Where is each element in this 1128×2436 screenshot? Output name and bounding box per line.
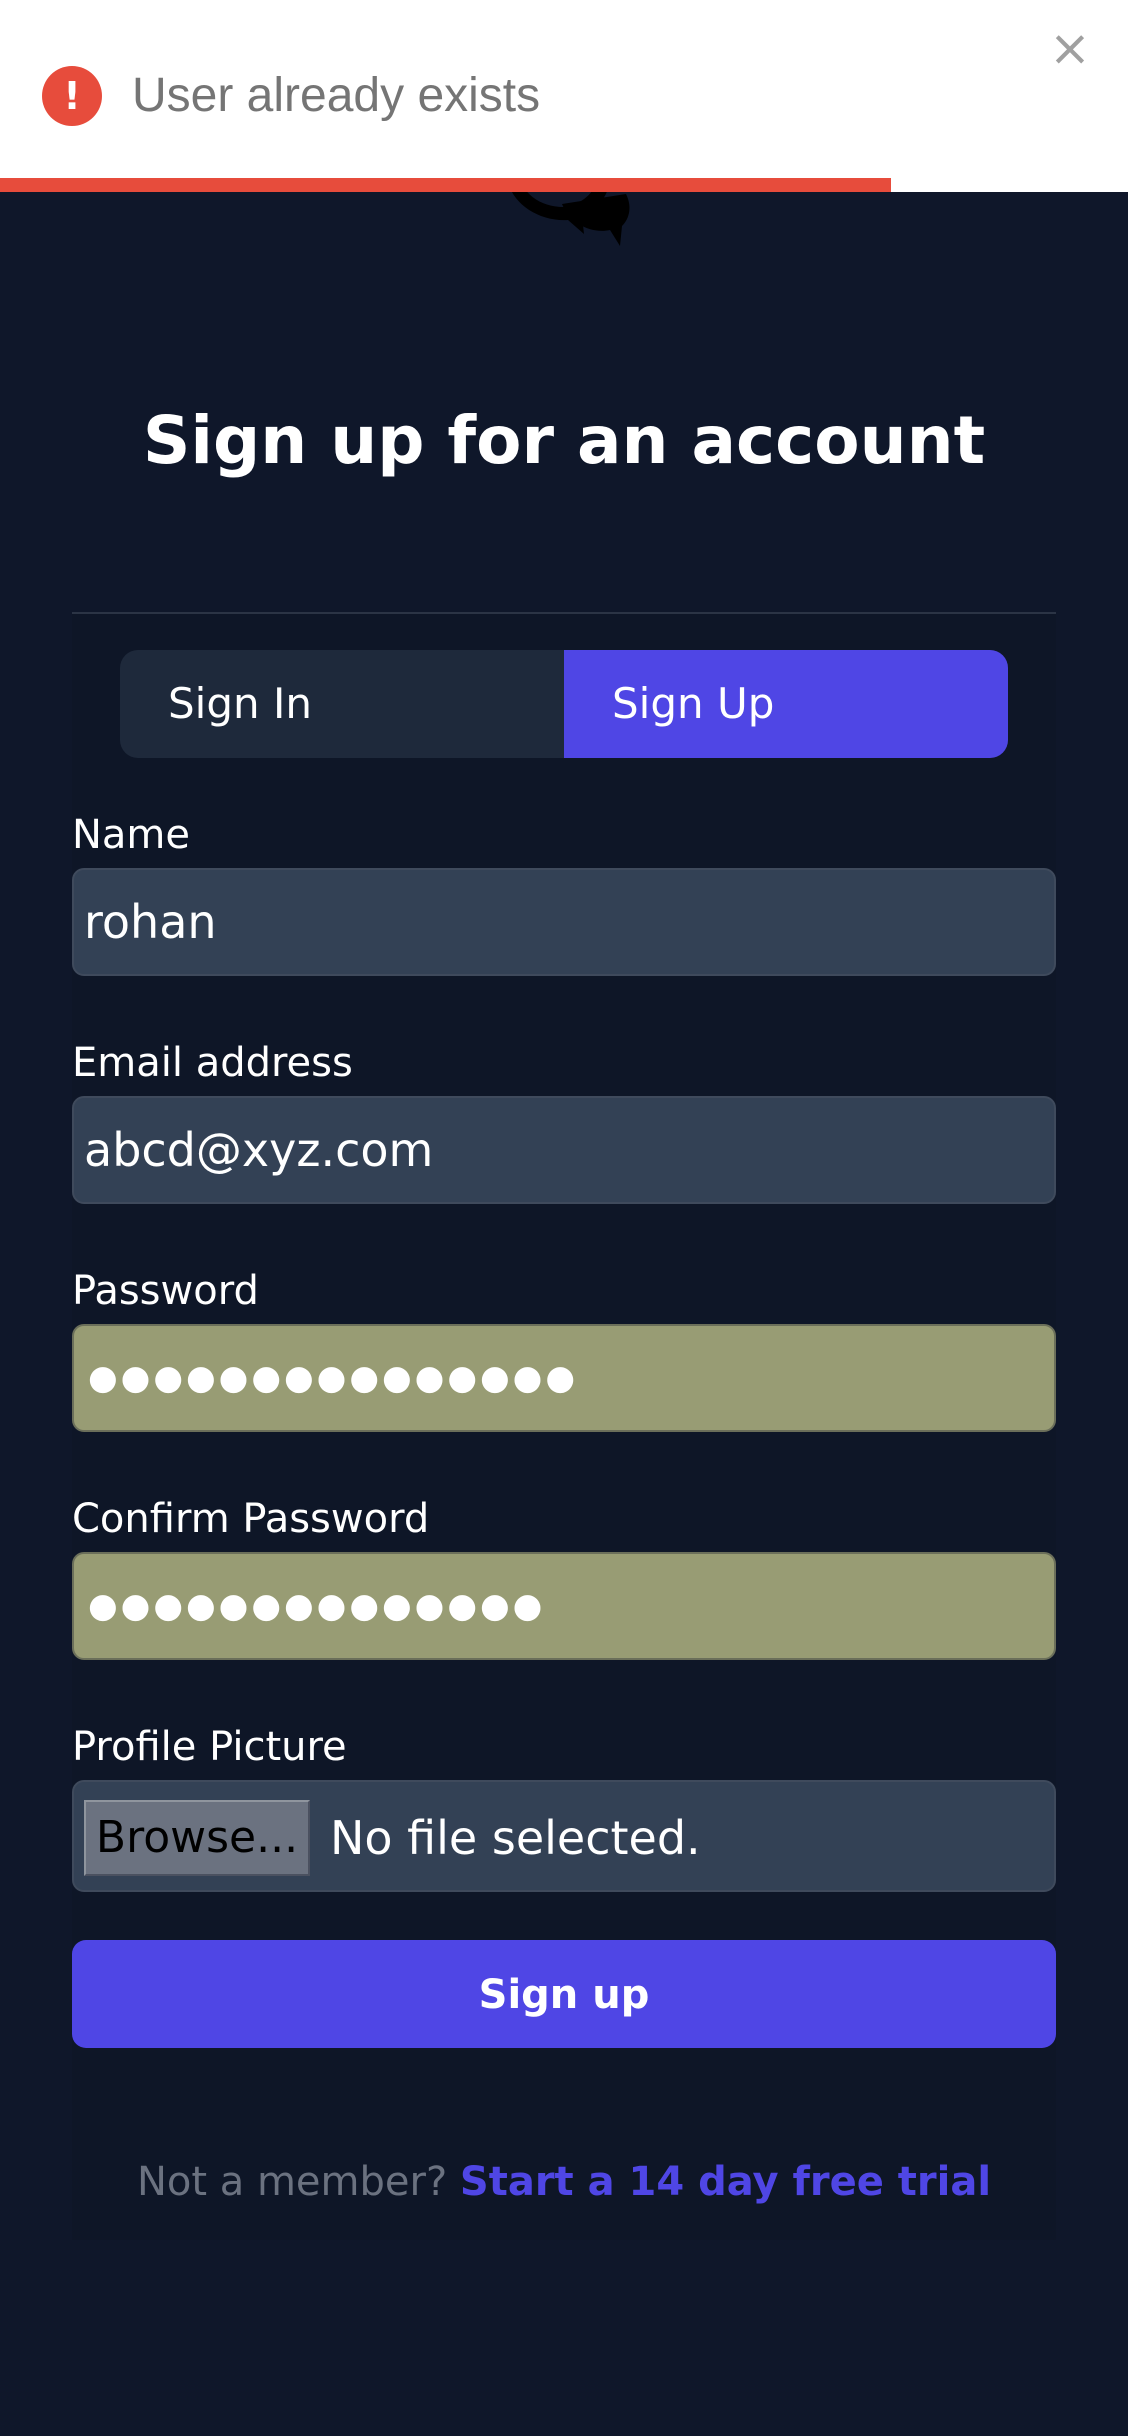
footer-prompt-line: Not a member? Start a 14 day free trial [72,2154,1056,2210]
browse-button[interactable]: Browse... [84,1800,310,1876]
free-trial-link[interactable]: Start a 14 day free trial [460,2159,991,2205]
auth-tabs: Sign In Sign Up [120,650,1008,758]
footer-prompt: Not a member? [136,2159,460,2205]
tab-sign-in[interactable]: Sign In [120,650,564,758]
password-mask: ●●●●●●●●●●●●●●● [88,1358,579,1398]
confirm-password-field[interactable]: ●●●●●●●●●●●●●● [72,1552,1056,1660]
sign-up-button[interactable]: Sign up [72,1940,1056,2048]
toast-message: User already exists [132,69,541,122]
tab-sign-up[interactable]: Sign Up [564,650,1008,758]
name-field[interactable] [72,868,1056,976]
confirm-password-mask: ●●●●●●●●●●●●●● [88,1586,546,1626]
profile-picture-label: Profile Picture [72,1724,347,1770]
password-label: Password [72,1268,259,1314]
password-field[interactable]: ●●●●●●●●●●●●●●● [72,1324,1056,1432]
email-label: Email address [72,1040,353,1086]
error-toast: ! User already exists × [0,0,1128,192]
profile-picture-input[interactable]: Browse... No file selected. [72,1780,1056,1892]
confirm-password-label: Confirm Password [72,1496,430,1542]
file-status: No file selected. [330,1811,701,1865]
close-icon[interactable]: × [1042,20,1098,76]
page-title: Sign up for an account [142,402,986,479]
exclamation-icon: ! [42,66,102,126]
name-label: Name [72,812,191,858]
email-field[interactable] [72,1096,1056,1204]
toast-progress-bar [0,178,892,192]
signup-card: Sign In Sign Up Name Email address Passw… [72,612,1056,2240]
